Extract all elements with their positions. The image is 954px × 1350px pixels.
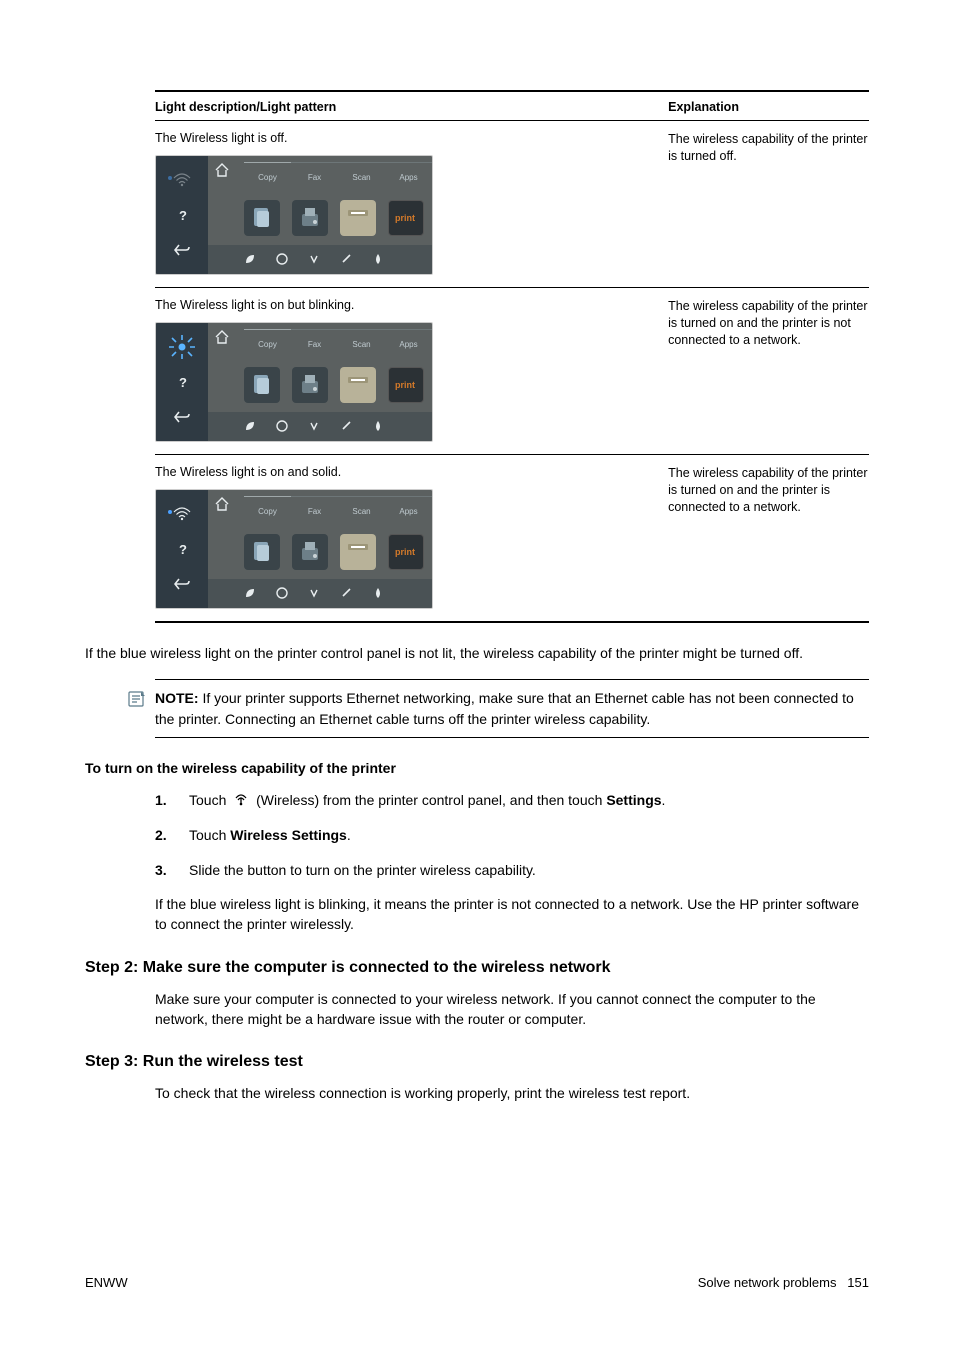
table-row: The Wireless light is off. ? <box>155 121 869 287</box>
copy-app-icon <box>244 367 280 403</box>
light-desc: The Wireless light is off. <box>155 131 648 145</box>
fax-app-icon <box>292 367 328 403</box>
scan-app-icon <box>340 534 376 570</box>
help-icon: ? <box>175 208 189 222</box>
back-icon <box>174 577 190 591</box>
printer-panel-blinking: ? Copy Fax Scan Apps <box>155 322 433 442</box>
light-desc: The Wireless light is on but blinking. <box>155 298 648 312</box>
note-label: NOTE: <box>155 690 199 706</box>
wireless-icon <box>173 173 191 187</box>
note-text: If your printer supports Ethernet networ… <box>155 690 854 726</box>
note-icon <box>127 690 145 711</box>
svg-text:print: print <box>395 380 415 390</box>
step-number: 2. <box>155 825 171 845</box>
ink-icon <box>372 420 384 432</box>
light-desc: The Wireless light is on and solid. <box>155 465 648 479</box>
apps-app-icon: print <box>388 534 424 570</box>
tool-icon <box>340 420 352 432</box>
home-icon <box>214 162 230 178</box>
table-header-right: Explanation <box>668 100 869 114</box>
home-icon <box>214 329 230 345</box>
step3-heading: Step 3: Run the wireless test <box>85 1053 869 1071</box>
svg-text:print: print <box>395 213 415 223</box>
apps-app-icon: print <box>388 200 424 236</box>
settings-icon <box>308 253 320 265</box>
tab-scan: Scan <box>338 162 385 182</box>
tab-fax: Fax <box>291 162 338 182</box>
settings-icon <box>308 420 320 432</box>
printer-panel-solid: ? Copy Fax Scan Apps <box>155 489 433 609</box>
fax-app-icon <box>292 200 328 236</box>
light-pattern-table: Light description/Light pattern Explanat… <box>155 90 869 623</box>
svg-text:?: ? <box>179 542 187 556</box>
footer-page-number: 151 <box>847 1275 869 1290</box>
help-icon: ? <box>175 375 189 389</box>
svg-text:?: ? <box>179 208 187 222</box>
tab-apps: Apps <box>385 329 432 349</box>
tab-copy: Copy <box>244 162 291 182</box>
ink-icon <box>372 253 384 265</box>
after-steps-paragraph: If the blue wireless light is blinking, … <box>155 894 869 935</box>
scan-app-icon <box>340 200 376 236</box>
eco-icon <box>244 587 256 599</box>
tab-scan: Scan <box>338 329 385 349</box>
eco-icon <box>244 253 256 265</box>
explanation-text: The wireless capability of the printer i… <box>668 465 869 516</box>
step-number: 3. <box>155 860 171 880</box>
note-block: NOTE: If your printer supports Ethernet … <box>155 688 869 729</box>
step2-heading: Step 2: Make sure the computer is connec… <box>85 959 869 977</box>
tab-apps: Apps <box>385 162 432 182</box>
back-icon <box>174 410 190 424</box>
wireless-blinking-icon <box>165 333 199 361</box>
turn-on-steps: 1. Touch (Wireless) from the printer con… <box>155 790 869 880</box>
hp-icon <box>276 587 288 599</box>
tab-fax: Fax <box>291 496 338 516</box>
eco-icon <box>244 420 256 432</box>
hp-icon <box>276 420 288 432</box>
svg-text:print: print <box>395 547 415 557</box>
apps-app-icon: print <box>388 367 424 403</box>
step3-body: To check that the wireless connection is… <box>155 1083 869 1103</box>
tab-fax: Fax <box>291 329 338 349</box>
tool-icon <box>340 253 352 265</box>
footer-left: ENWW <box>85 1275 128 1290</box>
settings-icon <box>308 587 320 599</box>
page-footer: ENWW Solve network problems 151 <box>85 1275 869 1290</box>
scan-app-icon <box>340 367 376 403</box>
explanation-text: The wireless capability of the printer i… <box>668 298 869 349</box>
table-row: The Wireless light is on but blinking. <box>155 288 869 454</box>
turn-on-wireless-title: To turn on the wireless capability of th… <box>85 760 869 776</box>
tool-icon <box>340 587 352 599</box>
copy-app-icon <box>244 534 280 570</box>
tab-apps: Apps <box>385 496 432 516</box>
explanation-text: The wireless capability of the printer i… <box>668 131 869 165</box>
step2-body: Make sure your computer is connected to … <box>155 989 869 1030</box>
back-icon <box>174 243 190 257</box>
wireless-icon <box>173 507 191 521</box>
svg-text:?: ? <box>179 375 187 389</box>
copy-app-icon <box>244 200 280 236</box>
home-icon <box>214 496 230 512</box>
table-row: The Wireless light is on and solid. ? <box>155 455 869 621</box>
help-icon: ? <box>175 542 189 556</box>
ink-icon <box>372 587 384 599</box>
wireless-inline-icon <box>233 791 249 811</box>
printer-panel-off: ? Copy Fax Scan Apps <box>155 155 433 275</box>
hp-icon <box>276 253 288 265</box>
tab-copy: Copy <box>244 329 291 349</box>
footer-section: Solve network problems <box>698 1275 837 1290</box>
table-header-left: Light description/Light pattern <box>155 100 668 114</box>
step-number: 1. <box>155 790 171 811</box>
fax-app-icon <box>292 534 328 570</box>
tab-scan: Scan <box>338 496 385 516</box>
body-paragraph: If the blue wireless light on the printe… <box>85 643 869 663</box>
tab-copy: Copy <box>244 496 291 516</box>
